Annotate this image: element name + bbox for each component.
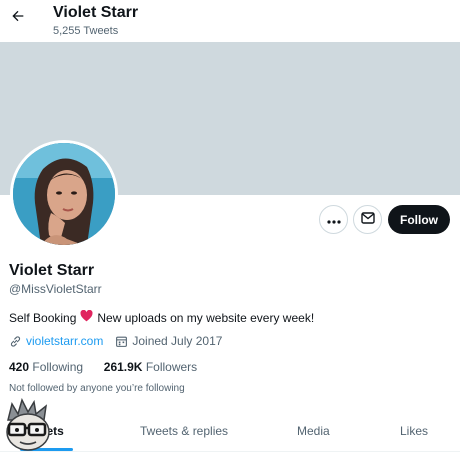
tab-media[interactable]: Media	[297, 424, 330, 438]
bio-text-end: New uploads on my website every week!	[97, 310, 315, 325]
not-followed-notice: Not followed by anyone you’re following	[9, 383, 185, 394]
profile-header: Violet Starr 5,255 Tweets	[0, 0, 460, 42]
followers-count: 261.9K	[103, 360, 143, 374]
profile-tabs: Tweets Tweets & replies Media Likes	[0, 410, 460, 452]
mail-icon	[360, 211, 375, 229]
link-icon	[9, 335, 22, 348]
profile-name: Violet Starr	[9, 262, 95, 279]
tab-likes[interactable]: Likes	[400, 424, 428, 438]
back-button[interactable]	[6, 6, 30, 30]
arrow-left-icon	[10, 8, 26, 29]
website-link[interactable]: violetstarr.com	[26, 334, 103, 348]
tab-tweets-replies[interactable]: Tweets & replies	[140, 424, 228, 438]
followers-label: Followers	[145, 360, 198, 374]
header-title: Violet Starr	[53, 4, 139, 21]
more-icon	[326, 211, 341, 229]
following-link[interactable]: 420 Following	[9, 360, 83, 374]
following-count: 420	[9, 360, 30, 374]
avatar[interactable]	[10, 140, 118, 248]
calendar-icon	[115, 335, 128, 348]
bio-text-start: Self Booking	[9, 310, 77, 325]
tabs-divider	[0, 451, 460, 452]
joined-text: Joined July 2017	[132, 334, 223, 348]
message-button[interactable]	[353, 205, 382, 234]
follow-counts: 420 Following 261.9K Followers	[9, 360, 197, 374]
tweet-count: 5,255 Tweets	[53, 25, 119, 37]
followers-link[interactable]: 261.9K Followers	[104, 360, 197, 374]
heart-icon	[80, 309, 93, 325]
mascot-watermark	[0, 397, 58, 456]
profile-meta: violetstarr.com Joined July 2017	[9, 334, 222, 348]
more-button[interactable]	[319, 205, 348, 234]
profile-bio: Self Booking New uploads on my website e…	[9, 309, 315, 325]
follow-button[interactable]: Follow	[388, 205, 450, 234]
following-label: Following	[32, 360, 84, 374]
profile-handle: @MissVioletStarr	[9, 282, 102, 296]
joined-date: Joined July 2017	[115, 334, 222, 348]
